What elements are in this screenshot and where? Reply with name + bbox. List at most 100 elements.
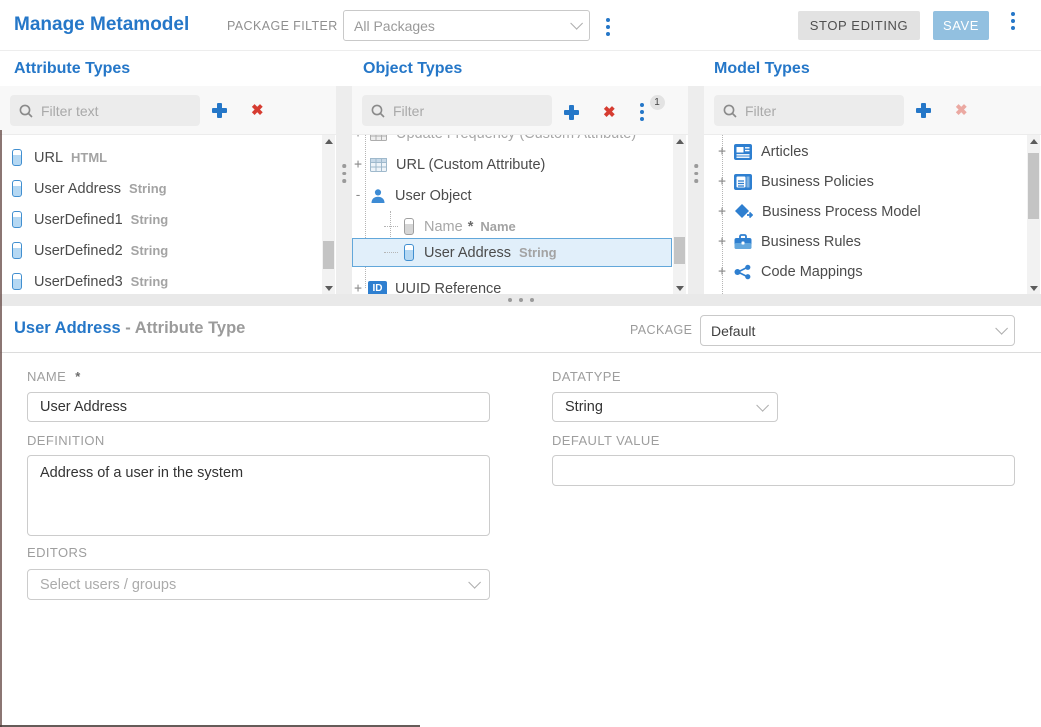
attribute-types-title: Attribute Types bbox=[14, 60, 130, 78]
scroll-down-icon[interactable] bbox=[322, 281, 335, 294]
delete-model-type-icon-disabled[interactable]: ✖ bbox=[955, 103, 968, 118]
detail-header: User Address - Attribute Type PACKAGE De… bbox=[0, 306, 1041, 353]
chevron-down-icon bbox=[468, 576, 481, 589]
chevron-down-icon bbox=[995, 322, 1008, 335]
item-name: Business Rules bbox=[761, 234, 861, 250]
tree-item[interactable]: + ID UUID Reference bbox=[352, 273, 672, 294]
policy-book-icon bbox=[734, 174, 752, 190]
save-button[interactable]: SAVE bbox=[933, 11, 989, 40]
list-item[interactable]: UserDefined3String bbox=[0, 266, 322, 294]
attribute-filter-input[interactable] bbox=[41, 103, 191, 119]
expand-icon[interactable]: + bbox=[716, 174, 728, 189]
table-icon bbox=[370, 158, 387, 172]
object-tree-scrollbar[interactable] bbox=[673, 135, 686, 294]
collapse-icon[interactable]: - bbox=[352, 188, 364, 203]
tree-elbow-line bbox=[384, 252, 398, 253]
tree-item[interactable]: + Business Rules bbox=[704, 226, 1026, 257]
scrollbar-thumb[interactable] bbox=[323, 241, 334, 269]
model-types-tree: + Articles + Business Policies + Busines… bbox=[704, 135, 1026, 294]
model-tree-scrollbar[interactable] bbox=[1027, 135, 1040, 294]
add-attribute-type-icon[interactable] bbox=[212, 103, 227, 118]
search-icon bbox=[723, 104, 737, 118]
model-filter-box[interactable] bbox=[714, 95, 904, 126]
scroll-up-icon[interactable] bbox=[1027, 135, 1040, 148]
object-filter-input[interactable] bbox=[393, 103, 543, 119]
package-filter-menu-icon[interactable] bbox=[606, 18, 610, 36]
attribute-types-filter-bar: ✖ bbox=[0, 86, 336, 135]
list-item[interactable]: User AddressString bbox=[0, 173, 322, 204]
tree-item[interactable]: + Business Policies bbox=[704, 166, 1026, 197]
selected-item-name: User Address bbox=[14, 319, 121, 337]
user-icon bbox=[370, 188, 386, 204]
default-value-field[interactable] bbox=[552, 455, 1015, 486]
item-datatype: String bbox=[131, 243, 169, 258]
attribute-list-scrollbar[interactable] bbox=[322, 135, 335, 294]
tree-item[interactable]: + Business Process Model bbox=[704, 196, 1026, 227]
item-name: Update Frequency (Custom Attribute) bbox=[396, 135, 636, 142]
list-item[interactable]: UserDefined1String bbox=[0, 204, 322, 235]
expand-icon[interactable]: + bbox=[352, 281, 364, 294]
scrollbar-thumb[interactable] bbox=[674, 237, 685, 264]
expand-icon[interactable]: + bbox=[352, 157, 364, 172]
drag-handle-icon bbox=[342, 164, 346, 183]
horizontal-splitter[interactable] bbox=[0, 294, 1041, 306]
add-model-type-icon[interactable] bbox=[916, 103, 931, 118]
package-select[interactable]: Default bbox=[700, 315, 1015, 346]
attribute-filter-box[interactable] bbox=[10, 95, 200, 126]
delete-attribute-type-icon[interactable]: ✖ bbox=[251, 103, 264, 118]
package-filter-label: PACKAGE FILTER bbox=[227, 19, 338, 33]
tree-item-selected[interactable]: User Address String bbox=[352, 237, 672, 268]
model-filter-input[interactable] bbox=[745, 103, 895, 119]
object-types-menu-icon[interactable]: 1 bbox=[640, 103, 644, 121]
expand-icon[interactable]: + bbox=[716, 264, 728, 279]
attribute-column-icon bbox=[12, 242, 22, 259]
datatype-value: String bbox=[565, 399, 603, 415]
model-types-title: Model Types bbox=[714, 60, 810, 78]
delete-object-type-icon[interactable]: ✖ bbox=[603, 105, 616, 120]
item-name: User Address bbox=[424, 245, 511, 261]
definition-textarea[interactable]: Address of a user in the system bbox=[27, 455, 490, 536]
item-name: Code Mappings bbox=[761, 264, 863, 280]
tree-item[interactable]: + Articles bbox=[704, 136, 1026, 167]
object-types-filter-bar: ✖ 1 bbox=[352, 86, 688, 135]
tree-item-clipped[interactable]: + Update Frequency (Custom Attribute) bbox=[352, 135, 672, 149]
expand-icon[interactable]: + bbox=[716, 204, 728, 219]
expand-icon[interactable]: + bbox=[716, 234, 728, 249]
item-name: Articles bbox=[761, 144, 809, 160]
tree-item[interactable]: + URL (Custom Attribute) bbox=[352, 149, 672, 180]
item-name: UUID Reference bbox=[395, 281, 501, 295]
list-item[interactable]: UserDefined2String bbox=[0, 235, 322, 266]
item-name: URL (Custom Attribute) bbox=[396, 157, 545, 173]
scroll-up-icon[interactable] bbox=[673, 135, 686, 148]
item-datatype: Name bbox=[480, 219, 515, 234]
detail-title: User Address - Attribute Type bbox=[14, 319, 245, 338]
list-item[interactable]: URLHTML bbox=[0, 142, 322, 173]
stop-editing-button[interactable]: STOP EDITING bbox=[798, 11, 920, 40]
default-value-label: DEFAULT VALUE bbox=[552, 433, 660, 448]
add-object-type-icon[interactable] bbox=[564, 105, 579, 120]
article-icon bbox=[734, 144, 752, 160]
selected-item-type: - Attribute Type bbox=[125, 319, 245, 337]
expand-icon[interactable]: + bbox=[716, 144, 728, 159]
tree-item[interactable]: + Code Mappings bbox=[704, 256, 1026, 287]
required-mark: * bbox=[468, 219, 474, 235]
object-filter-box[interactable] bbox=[362, 95, 552, 126]
panel-splitter[interactable] bbox=[688, 86, 704, 294]
tree-elbow-line bbox=[384, 226, 398, 227]
panel-splitter[interactable] bbox=[336, 86, 352, 294]
tree-item[interactable]: - User Object bbox=[352, 180, 672, 211]
expand-icon[interactable]: + bbox=[352, 135, 364, 141]
datatype-select[interactable]: String bbox=[552, 392, 778, 422]
item-datatype: String bbox=[131, 274, 169, 289]
item-name: URL bbox=[34, 150, 63, 166]
package-filter-select[interactable]: All Packages bbox=[343, 10, 590, 41]
toolbar-menu-icon[interactable] bbox=[1011, 12, 1015, 30]
editors-select[interactable]: Select users / groups bbox=[27, 569, 490, 600]
scroll-up-icon[interactable] bbox=[322, 135, 335, 148]
scrollbar-thumb[interactable] bbox=[1028, 153, 1039, 219]
scroll-down-icon[interactable] bbox=[673, 281, 686, 294]
tree-item-clipped[interactable]: + aB Code Sets bbox=[704, 286, 1026, 294]
scroll-down-icon[interactable] bbox=[1027, 281, 1040, 294]
attribute-column-icon bbox=[12, 273, 22, 290]
name-field[interactable] bbox=[27, 392, 490, 422]
